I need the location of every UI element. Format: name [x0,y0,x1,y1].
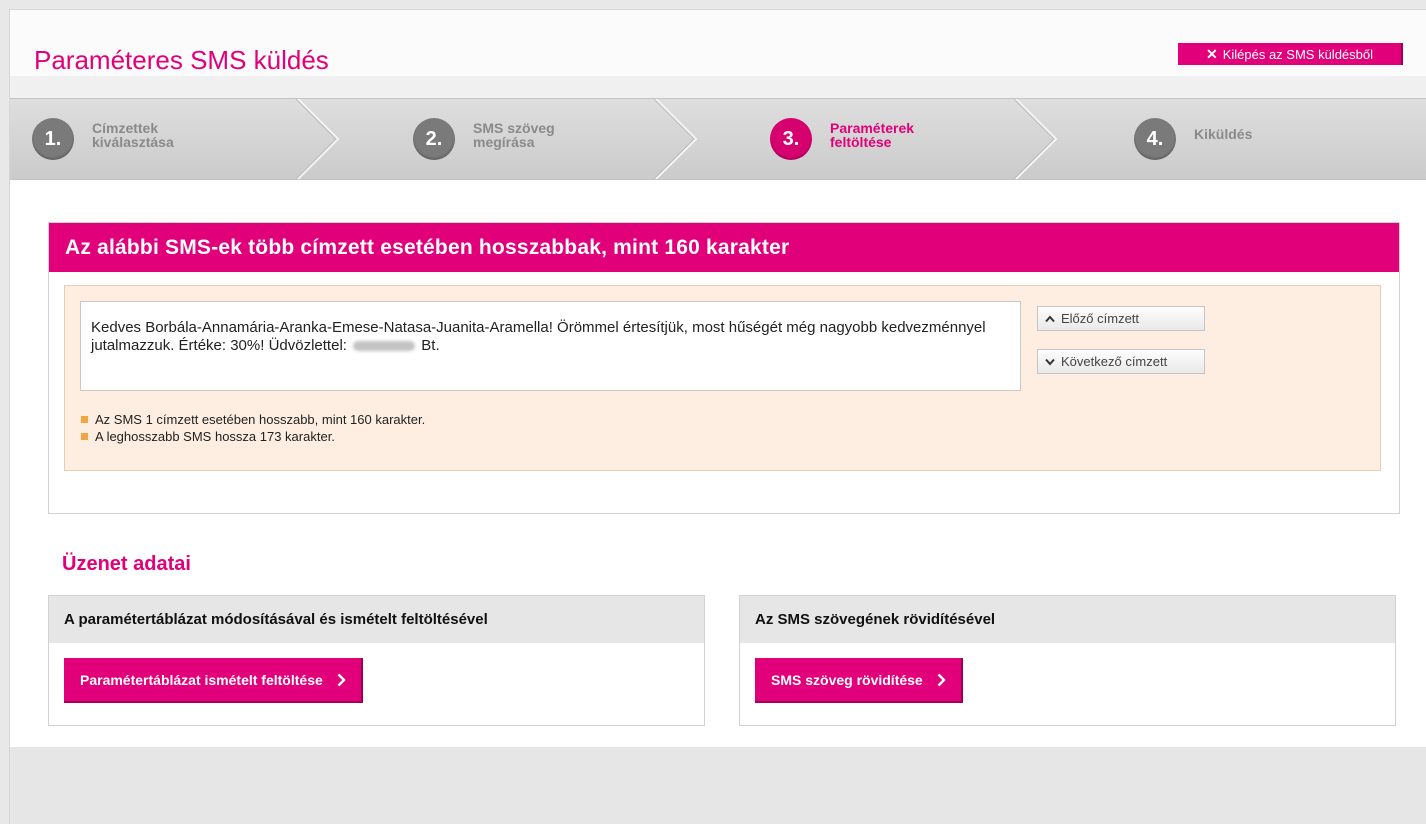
step-label: Paraméterek feltöltése [830,121,1000,149]
close-icon: ✕ [1205,45,1218,62]
warning-title: Az alábbi SMS-ek több címzett esetében h… [49,223,1399,272]
sms-text-before: Kedves Borbála-Annamária-Aranka-Emese-Na… [91,319,986,354]
bullet-icon [81,433,88,440]
shorten-sms-button[interactable]: SMS szöveg rövidítése [755,658,963,703]
option-reupload-table: A paramétertáblázat módosításával és ism… [48,595,705,726]
step-label-line1: Paraméterek [830,120,915,136]
step-label-line1: Címzettek [92,120,159,136]
step-label: Kiküldés [1194,127,1364,141]
length-warning-panel: Az alábbi SMS-ek több címzett esetében h… [48,222,1400,514]
section-title: Üzenet adatai [62,553,191,575]
exit-sms-label: Kilépés az SMS küldésből [1222,46,1374,62]
option-heading: Az SMS szövegének rövidítésével [740,596,1395,643]
step-number: 4. [1134,118,1176,160]
step-number: 1. [32,118,74,160]
bullet-text: A leghosszabb SMS hossza 173 karakter. [95,429,335,444]
sms-text-after: Bt. [421,337,440,354]
sms-preview-text: Kedves Borbála-Annamária-Aranka-Emese-Na… [80,301,1021,391]
step-label-line2: kiválasztása [92,134,174,150]
next-recipient-label: Következő címzett [1061,354,1168,369]
bullet-text: Az SMS 1 címzett esetében hosszabb, mint… [95,412,426,427]
list-item: Az SMS 1 címzett esetében hosszabb, mint… [81,411,425,428]
previous-recipient-button[interactable]: Előző címzett [1037,306,1205,331]
app-window: Paraméteres SMS küldés ✕ Kilépés az SMS … [9,9,1426,824]
reupload-table-label: Paramétertáblázat ismételt feltöltése [80,671,323,688]
bullet-icon [81,416,88,423]
step-number: 2. [413,118,455,160]
list-item: A leghosszabb SMS hossza 173 karakter. [81,428,425,445]
option-heading: A paramétertáblázat módosításával és ism… [49,596,704,643]
footer [10,747,1426,824]
redacted-company-name [353,341,416,352]
step-label-line1: SMS szöveg [473,120,555,136]
page-title: Paraméteres SMS küldés [34,45,329,75]
step-divider-icon [653,99,698,179]
exit-sms-button[interactable]: ✕ Kilépés az SMS küldésből [1178,43,1403,65]
chevron-up-icon [1045,314,1055,322]
step-label-line2: feltöltése [830,134,892,150]
reupload-table-button[interactable]: Paramétertáblázat ismételt feltöltése [64,658,363,703]
warning-detail: Kedves Borbála-Annamária-Aranka-Emese-Na… [64,285,1381,471]
step-divider-icon [295,99,340,179]
shorten-sms-label: SMS szöveg rövidítése [771,671,923,688]
step-label: SMS szöveg megírása [473,121,643,149]
chevron-right-icon [337,673,346,686]
step-label: Címzettek kiválasztása [92,121,262,149]
step-label-line1: Kiküldés [1194,126,1253,142]
header: Paraméteres SMS küldés ✕ Kilépés az SMS … [10,10,1426,98]
warning-bullets: Az SMS 1 címzett esetében hosszabb, mint… [81,411,425,445]
step-divider-icon [1013,99,1058,179]
next-recipient-button[interactable]: Következő címzett [1037,349,1205,374]
step-label-line2: megírása [473,134,535,150]
step-progress-bar: 1. Címzettek kiválasztása 2. SMS szöveg … [10,98,1426,180]
chevron-right-icon [937,673,946,686]
previous-recipient-label: Előző címzett [1061,311,1140,326]
step-number: 3. [770,118,812,160]
option-shorten-sms: Az SMS szövegének rövidítésével SMS szöv… [739,595,1396,726]
chevron-down-icon [1045,358,1055,366]
